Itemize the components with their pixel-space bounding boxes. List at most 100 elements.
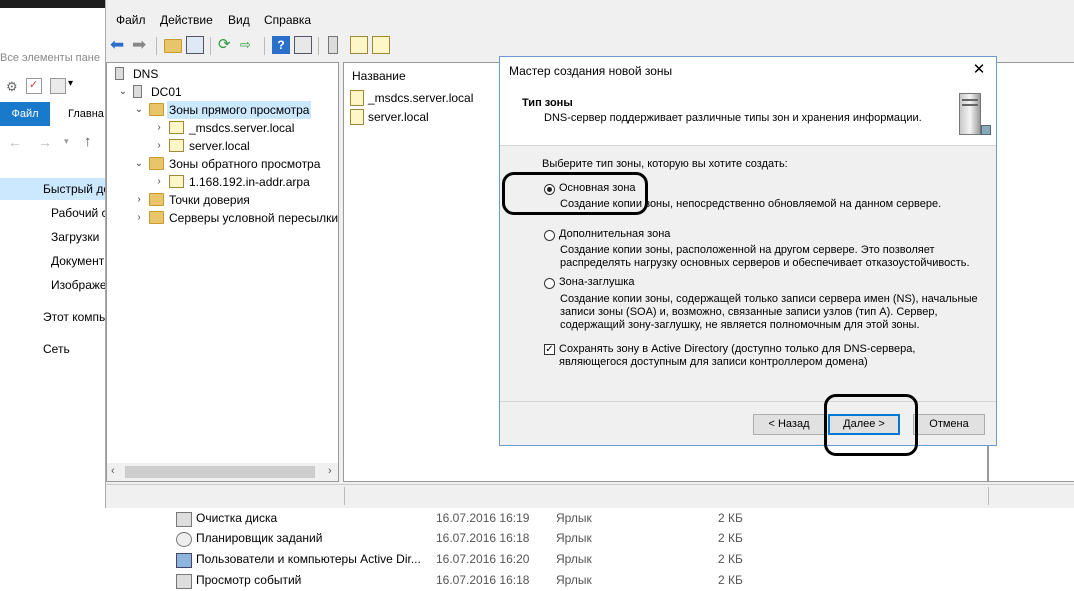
toolbar-separator <box>210 37 211 55</box>
nav-quick-access[interactable]: ★ Быстрый до <box>43 178 105 200</box>
nav-downloads[interactable]: ⬇ Загрузки <box>51 226 105 248</box>
up-folder-icon[interactable] <box>164 39 182 53</box>
status-divider <box>344 487 345 505</box>
event-viewer-icon <box>176 574 192 589</box>
forward-arrow-icon[interactable]: → <box>38 134 52 150</box>
dialog-separator <box>500 401 996 402</box>
qa-dropdown-icon[interactable]: ▾ <box>68 78 73 89</box>
ribbon-file-tab[interactable]: Файл <box>0 102 50 126</box>
table-row[interactable]: Планировщик заданий 16.07.2016 16:18 Ярл… <box>160 528 1074 549</box>
show-tree-icon[interactable] <box>186 36 204 54</box>
menu-action[interactable]: Действие <box>160 10 213 30</box>
zone-type-prompt: Выберите тип зоны, которую вы хотите соз… <box>542 158 788 170</box>
page-title: Тип зоны <box>522 97 573 109</box>
status-divider <box>988 487 989 505</box>
collapse-icon[interactable]: ⌄ <box>133 101 145 119</box>
close-icon[interactable]: ✕ <box>968 60 990 82</box>
help-icon[interactable]: ? <box>272 36 290 54</box>
cancel-button[interactable]: Отмена <box>913 414 985 435</box>
zone-icon <box>169 139 184 152</box>
dialog-title: Мастер создания новой зоны <box>509 64 673 78</box>
dialog-titlebar: Мастер создания новой зоны ✕ <box>500 57 996 85</box>
back-icon[interactable]: ⬅ <box>110 36 128 54</box>
server-icon <box>133 85 142 98</box>
toolbar-separator <box>264 37 265 55</box>
toolbar: ⬅ ➡ ⟳ ⇨ ? <box>106 34 1074 58</box>
zone-list-icon[interactable] <box>350 36 368 54</box>
store-in-ad-checkbox[interactable]: ✓ <box>544 344 555 355</box>
expand-icon[interactable]: › <box>133 191 145 209</box>
annotation-circle-primary-zone <box>502 172 648 215</box>
new-folder-icon[interactable] <box>50 78 66 94</box>
server-tower-icon <box>951 89 991 141</box>
menu-help[interactable]: Справка <box>264 10 311 30</box>
forward-icon[interactable]: ➡ <box>132 36 150 54</box>
page-subtitle: DNS-сервер поддерживает различные типы з… <box>544 112 922 124</box>
option-desc-secondary: Создание копии зоны, расположенной на др… <box>560 244 970 269</box>
option-desc-stub: Создание копии зоны, содержащей только з… <box>560 293 978 331</box>
expand-icon[interactable]: › <box>153 137 165 155</box>
annotation-circle-next-button <box>824 394 918 456</box>
folder-icon <box>149 157 164 170</box>
table-row[interactable]: Просмотр событий 16.07.2016 16:18 Ярлык … <box>160 570 1074 591</box>
nav-pictures[interactable]: Изображе <box>51 274 105 296</box>
scroll-right-icon[interactable]: › <box>328 465 332 477</box>
expand-icon[interactable]: › <box>153 173 165 191</box>
nav-this-pc[interactable]: Этот компь <box>43 306 105 328</box>
option-label-secondary[interactable]: Дополнительная зона <box>559 228 670 240</box>
task-scheduler-icon <box>176 532 192 547</box>
wizard-header: Тип зоны DNS-сервер поддерживает различн… <box>500 85 996 146</box>
back-arrow-icon[interactable]: ← <box>8 134 22 150</box>
nav-network[interactable]: Сеть <box>43 338 105 360</box>
zone-icon <box>169 121 184 134</box>
scroll-left-icon[interactable]: ‹ <box>111 465 115 477</box>
expand-icon[interactable]: › <box>153 119 165 137</box>
toolbar-separator <box>318 37 319 55</box>
up-arrow-icon[interactable]: ↑ <box>84 133 92 150</box>
back-button[interactable]: < Назад <box>753 414 825 435</box>
expand-icon[interactable]: › <box>133 209 145 227</box>
menu-view[interactable]: Вид <box>228 10 250 30</box>
address-bar-text[interactable]: Все элементы пане <box>0 52 100 64</box>
collapse-icon[interactable]: ⌄ <box>133 155 145 173</box>
collapse-icon[interactable]: ⌄ <box>117 83 129 101</box>
zone-icon <box>169 175 184 188</box>
ad-users-icon <box>176 553 192 568</box>
store-in-ad-label[interactable]: Сохранять зону в Active Directory (досту… <box>559 343 969 369</box>
toolbar-separator <box>156 37 157 55</box>
folder-icon <box>149 103 164 116</box>
quick-access-toolbar: ⚙ ✓ ▾ <box>4 78 104 96</box>
radio-secondary-zone[interactable] <box>544 230 555 241</box>
table-row[interactable]: Очистка диска 16.07.2016 16:19 Ярлык 2 К… <box>160 508 1074 529</box>
new-zone-wizard-dialog: Мастер создания новой зоны ✕ Тип зоны DN… <box>499 56 997 446</box>
export-list-icon[interactable]: ⇨ <box>240 36 258 54</box>
server-icon[interactable] <box>328 36 338 54</box>
show-action-pane-icon[interactable] <box>294 36 312 54</box>
title-strip <box>0 0 105 8</box>
dns-root-icon <box>115 67 124 80</box>
zone-icon <box>350 90 364 106</box>
status-bar <box>106 484 1074 507</box>
nav-desktop[interactable]: Рабочий с <box>51 202 105 224</box>
folder-icon <box>149 211 164 224</box>
horizontal-scrollbar[interactable]: ‹ › <box>107 463 338 481</box>
checkmark-doc-icon[interactable]: ✓ <box>26 78 42 94</box>
disk-cleanup-icon <box>176 512 192 527</box>
zone-properties-icon[interactable] <box>372 36 390 54</box>
option-label-stub[interactable]: Зона-заглушка <box>559 276 634 288</box>
ribbon-main-tab[interactable]: Главна <box>68 102 104 126</box>
menu-bar: Файл Действие Вид Справка <box>106 10 1074 32</box>
nav-documents[interactable]: Документ <box>51 250 105 272</box>
file-list: Очистка диска 16.07.2016 16:19 Ярлык 2 К… <box>160 508 1074 589</box>
table-row[interactable]: Пользователи и компьютеры Active Dir... … <box>160 549 1074 570</box>
results-pane-right <box>988 62 1074 482</box>
menu-file[interactable]: Файл <box>116 10 146 30</box>
zone-icon <box>350 109 364 125</box>
recent-dropdown-icon[interactable]: ▾ <box>64 136 69 147</box>
refresh-icon[interactable]: ⟳ <box>218 36 236 54</box>
console-tree: DNS ⌄ DC01 ⌄ Зоны прямого просмотра › _m… <box>106 62 339 482</box>
properties-icon[interactable]: ⚙ <box>6 80 20 94</box>
radio-stub-zone[interactable] <box>544 278 555 289</box>
column-header-name[interactable]: Название <box>352 69 406 83</box>
scrollbar-thumb[interactable] <box>125 466 315 478</box>
